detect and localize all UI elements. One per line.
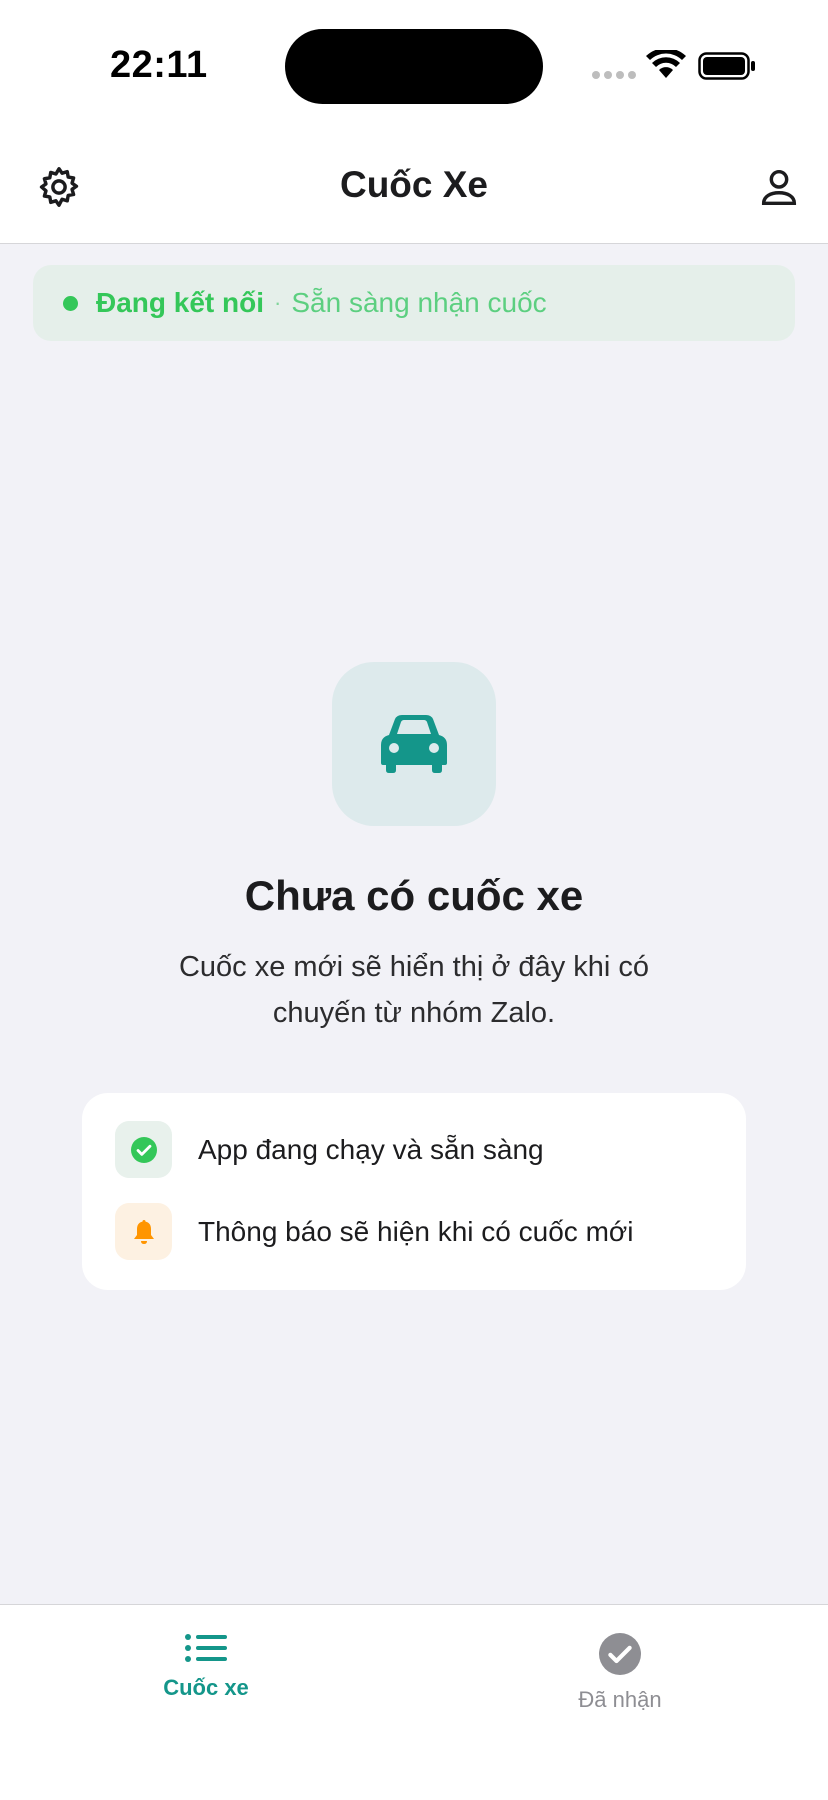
bell-badge — [115, 1203, 172, 1260]
info-item-notify: Thông báo sẽ hiện khi có cuốc mới — [115, 1203, 746, 1260]
check-badge — [115, 1121, 172, 1178]
tab-rides[interactable]: Cuốc xe — [96, 1633, 316, 1701]
status-time: 22:11 — [110, 44, 208, 86]
connection-subtitle: Sẵn sàng nhận cuốc — [291, 287, 547, 318]
info-card: App đang chạy và sẵn sàng Thông báo sẽ h… — [82, 1093, 746, 1290]
check-circle-icon — [130, 1136, 157, 1163]
info-item-ready: App đang chạy và sẵn sàng — [115, 1121, 746, 1178]
car-icon — [381, 715, 447, 773]
separator: · — [274, 290, 282, 315]
cellular-signal-icon — [592, 71, 636, 79]
empty-state-icon-box — [332, 662, 496, 826]
tab-bar: Cuốc xe Đã nhận — [0, 1604, 828, 1800]
bell-icon — [133, 1219, 154, 1244]
profile-button[interactable] — [756, 164, 802, 210]
person-icon — [761, 169, 797, 206]
info-item-text: Thông báo sẽ hiện khi có cuốc mới — [198, 1215, 634, 1247]
check-circle-icon — [599, 1633, 641, 1675]
connection-status: Đang kết nối — [96, 287, 265, 318]
tab-label: Cuốc xe — [163, 1675, 249, 1700]
wifi-icon — [646, 50, 686, 78]
status-dot — [63, 295, 78, 311]
connection-status-banner: Đang kết nối · Sẵn sàng nhận cuốc — [33, 265, 795, 341]
status-bar: 22:11 — [0, 0, 828, 136]
tab-label: Đã nhận — [578, 1687, 662, 1712]
app-header: Cuốc Xe — [0, 136, 828, 244]
empty-state-description: Cuốc xe mới sẽ hiển thị ở đây khi có chu… — [178, 951, 650, 1029]
page-title: Cuốc Xe — [339, 164, 489, 205]
info-item-text: App đang chạy và sẵn sàng — [198, 1133, 544, 1165]
battery-icon — [698, 52, 755, 80]
dynamic-island — [285, 29, 543, 104]
list-icon — [185, 1634, 227, 1662]
tab-accepted[interactable]: Đã nhận — [510, 1633, 730, 1713]
empty-state-title: Chưa có cuốc xe — [244, 872, 584, 919]
